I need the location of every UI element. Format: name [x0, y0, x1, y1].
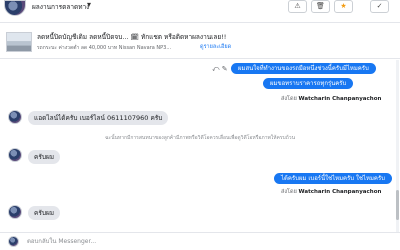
incoming-message[interactable]: แอดไลน์ได้ครับ เบอร์ไลน์ 0611107960 ครับ [28, 111, 169, 125]
system-note: ฉะนั้นหากมีการสนทนาของลูกค้ามีภาพหรือวิด… [104, 135, 295, 141]
message-actions-icon[interactable]: ⤺ ✎ [212, 65, 228, 74]
item-thumbnail[interactable] [6, 32, 32, 52]
mark-done-button[interactable]: ✓ [370, 0, 389, 13]
page-avatar [8, 236, 19, 247]
page-avatar[interactable] [4, 0, 26, 16]
star-button[interactable]: ★ [334, 0, 353, 13]
sent-by-prefix: ส่งโดย [281, 189, 297, 195]
outgoing-message[interactable]: ได้ครับผม เบอร์นี้ใช่ไหมครับ ใช่ไหมครับ [274, 173, 392, 184]
delete-button[interactable]: 🗑 [311, 0, 330, 13]
sent-by-label: ส่งโดย Watcharin Chanpanyachon [281, 188, 381, 196]
page-name[interactable]: ผลงานการตลาดทาง [32, 2, 89, 12]
sender-name: Watcharin Chanpanyachon [298, 189, 382, 195]
chevron-down-icon[interactable]: ▾ [87, 0, 91, 9]
star-icon: ★ [340, 2, 347, 10]
report-button[interactable]: ⚠ [288, 0, 307, 13]
reply-input[interactable] [27, 235, 387, 248]
message-scrollbar[interactable] [396, 60, 399, 232]
sender-name: Watcharin Chanpanyachon [298, 96, 382, 102]
trash-icon: 🗑 [316, 2, 325, 10]
check-icon: ✓ [376, 2, 383, 10]
outgoing-message[interactable]: ผมสนใจที่ทำงานของรถมือหนึ่งช่วงนี้ครับมี… [231, 63, 376, 74]
sent-by-prefix: ส่งโดย [281, 96, 297, 102]
item-title: ลดหนี้ปิดบัญชีเดิม ลดหนี้ปิดจบ... 🗓 ทักแ… [37, 33, 227, 41]
warning-icon: ⚠ [294, 2, 301, 10]
reply-composer [0, 232, 400, 250]
outgoing-message[interactable]: ผมขอทราบราคารถทุกรุ่นครับ [263, 78, 354, 89]
messenger-conversation-window: ผลงานการตลาดทาง ▾ ⚠ 🗑 ★ ✓ ลดหนี้ปิดบัญชี… [0, 0, 400, 250]
linked-item-bar: ลดหนี้ปิดบัญชีเดิม ลดหนี้ปิดจบ... 🗓 ทักแ… [0, 22, 400, 59]
customer-avatar[interactable] [8, 148, 22, 162]
incoming-message[interactable]: ครับผม [28, 206, 61, 220]
customer-avatar[interactable] [8, 205, 22, 219]
message-list: ⤺ ✎ ผมสนใจที่ทำงานของรถมือหนึ่งช่วงนี้คร… [0, 60, 400, 232]
sent-by-label: ส่งโดย Watcharin Chanpanyachon [281, 95, 381, 103]
item-subtitle: รถกระบะ ค่างวดต่ำ ลด 40,000 บาท Nissan N… [37, 45, 172, 51]
customer-avatar[interactable] [8, 110, 22, 124]
incoming-message[interactable]: ครับผม [28, 150, 61, 164]
item-details-link[interactable]: ดูรายละเอียด [200, 43, 231, 51]
conversation-header: ผลงานการตลาดทาง ▾ ⚠ 🗑 ★ ✓ [0, 0, 400, 22]
scrollbar-thumb[interactable] [396, 190, 399, 220]
